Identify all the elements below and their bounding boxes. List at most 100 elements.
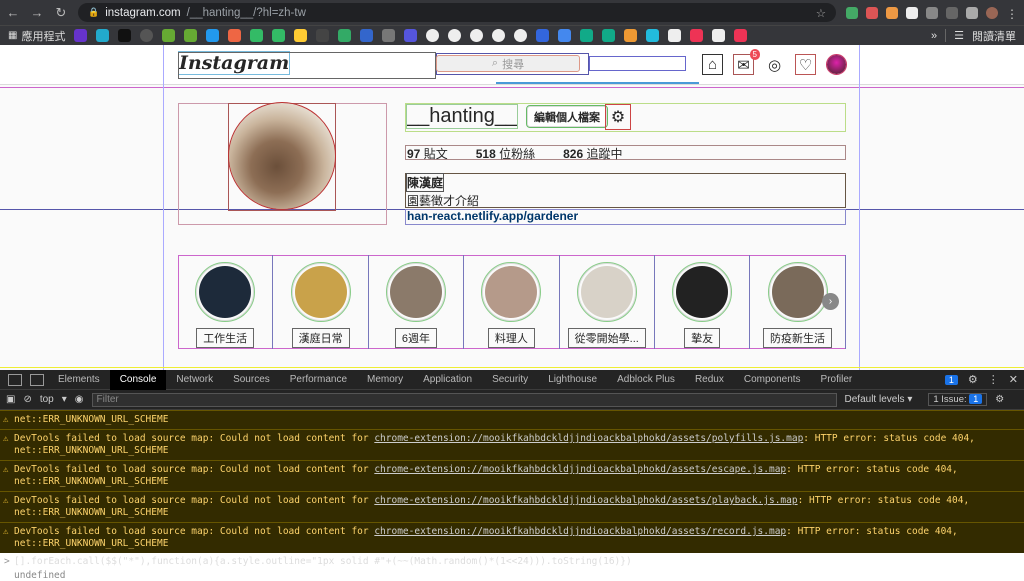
bookmark-icon[interactable] — [536, 29, 550, 42]
devtools-menu-icon[interactable]: ⋮ — [988, 373, 999, 386]
devtools-tab[interactable]: Application — [413, 370, 482, 390]
bookmark-icon[interactable] — [558, 29, 572, 42]
reading-list-label[interactable]: 閱讀清單 — [972, 28, 1016, 44]
reload-icon[interactable]: ↻ — [54, 5, 68, 21]
direct-message-icon[interactable]: ✉ 5 — [733, 49, 760, 75]
activity-heart-icon[interactable]: ♡ — [795, 54, 816, 75]
url-path: /__hanting__/?hl=zh-tw — [186, 6, 306, 19]
bookmark-icon[interactable] — [382, 29, 396, 42]
bookmark-icon[interactable] — [690, 29, 704, 42]
followers-stat[interactable]: 518 位粉絲 — [476, 145, 535, 162]
extension-icon[interactable] — [866, 6, 878, 19]
devtools-settings-icon[interactable]: ⚙ — [968, 373, 978, 386]
profile-website-link[interactable]: han-react.netlify.app/gardener — [407, 209, 578, 223]
edit-profile-button[interactable]: 編輯個人檔案 — [526, 105, 608, 128]
devtools-tab[interactable]: Sources — [223, 370, 280, 390]
bookmark-icon[interactable] — [580, 29, 594, 42]
bookmark-star-icon[interactable]: ☆ — [816, 6, 826, 20]
devtools-tab[interactable]: Memory — [357, 370, 413, 390]
context-selector[interactable]: top — [40, 394, 54, 405]
profile-avatar-icon[interactable] — [986, 6, 998, 19]
clear-console-icon[interactable]: ⊘ — [23, 394, 31, 405]
search-input[interactable]: ⌕ 搜尋 — [436, 55, 580, 72]
source-map-link[interactable]: chrome-extension://mooikfkahbdckldjjndio… — [374, 464, 786, 475]
devtools-tab[interactable]: Security — [482, 370, 538, 390]
extension-icon[interactable] — [846, 6, 858, 19]
highlight-item[interactable]: 工作生活 — [178, 255, 274, 349]
devtools-tab[interactable]: Components — [734, 370, 811, 390]
devtools-tab[interactable]: Redux — [685, 370, 734, 390]
github-icon[interactable] — [448, 29, 462, 42]
back-icon[interactable]: ← — [6, 5, 20, 20]
devtools-tab[interactable]: Adblock Plus — [607, 370, 685, 390]
bookmark-icon[interactable] — [338, 29, 352, 42]
console-settings-icon[interactable]: ⚙ — [995, 394, 1004, 405]
highlight-item[interactable]: 從零開始學... — [560, 255, 655, 349]
bookmark-icon[interactable] — [294, 29, 308, 42]
devtools-close-icon[interactable]: ✕ — [1009, 373, 1018, 386]
settings-gear-icon[interactable]: ⚙ — [605, 104, 631, 130]
home-icon[interactable]: ⌂ — [702, 54, 723, 75]
github-icon[interactable] — [470, 29, 484, 42]
devtools-tab[interactable]: Profiler — [811, 370, 863, 390]
message-count-badge[interactable]: 1 — [944, 374, 958, 385]
inspect-element-icon[interactable] — [8, 373, 22, 386]
bookmark-icon[interactable] — [404, 29, 418, 42]
bookmark-icon[interactable] — [184, 29, 198, 42]
bookmark-icon[interactable] — [712, 29, 726, 42]
bookmark-icon[interactable] — [74, 29, 88, 42]
apps-shortcut[interactable]: ▦ 應用程式 — [8, 28, 65, 44]
source-map-link[interactable]: chrome-extension://mooikfkahbdckldjjndio… — [374, 433, 803, 444]
bookmark-icon[interactable] — [206, 29, 220, 42]
console-filter-input[interactable]: Filter — [91, 392, 837, 407]
github-icon[interactable] — [492, 29, 506, 42]
bookmark-icon[interactable] — [316, 29, 330, 42]
extension-icon[interactable] — [946, 6, 958, 19]
forward-icon[interactable]: → — [30, 5, 44, 20]
bookmark-icon[interactable] — [602, 29, 616, 42]
more-bookmarks-icon[interactable]: » — [931, 30, 937, 42]
devtools-tab[interactable]: Lighthouse — [538, 370, 607, 390]
highlight-item[interactable]: 摯友 — [655, 255, 751, 349]
bookmark-icon[interactable] — [624, 29, 638, 42]
github-icon[interactable] — [514, 29, 528, 42]
profile-picture[interactable] — [228, 102, 336, 210]
bookmark-icon[interactable] — [734, 29, 748, 42]
device-toolbar-icon[interactable] — [30, 373, 44, 386]
extension-icon[interactable] — [926, 6, 938, 19]
sidebar-toggle-icon[interactable]: ▣ — [6, 394, 15, 405]
devtools-tab[interactable]: Console — [109, 369, 167, 390]
bookmark-icon[interactable] — [162, 29, 176, 42]
address-bar[interactable]: 🔒 instagram.com /__hanting__/?hl=zh-tw ☆ — [78, 3, 836, 22]
extension-icon[interactable] — [906, 6, 918, 19]
github-icon[interactable] — [426, 29, 440, 42]
highlight-item[interactable]: 漢庭日常 — [273, 255, 369, 349]
profile-avatar[interactable] — [826, 54, 847, 75]
bookmark-icon[interactable] — [96, 29, 110, 42]
bookmark-icon[interactable] — [118, 29, 132, 42]
bookmark-icon[interactable] — [272, 29, 286, 42]
log-levels-dropdown[interactable]: Default levels ▾ — [845, 394, 913, 405]
bookmark-icon[interactable] — [228, 29, 242, 42]
issues-button[interactable]: 1 Issue: 1 — [928, 393, 988, 406]
bookmark-icon[interactable] — [250, 29, 264, 42]
context-dropdown-icon[interactable]: ▾ — [62, 394, 67, 405]
explore-icon[interactable]: ◎ — [765, 55, 784, 74]
devtools-tab[interactable]: Network — [166, 370, 223, 390]
bookmark-icon[interactable] — [668, 29, 682, 42]
extension-icon[interactable] — [886, 6, 898, 19]
live-expression-eye-icon[interactable]: ◉ — [75, 394, 84, 405]
source-map-link[interactable]: chrome-extension://mooikfkahbdckldjjndio… — [374, 495, 797, 506]
devtools-tab[interactable]: Elements — [48, 370, 110, 390]
puzzle-icon[interactable] — [966, 6, 978, 19]
bookmark-icon[interactable] — [646, 29, 660, 42]
highlight-item[interactable]: 6週年 — [369, 255, 465, 349]
next-arrow-icon[interactable]: › — [822, 293, 839, 310]
following-stat[interactable]: 826 追蹤中 — [563, 145, 622, 162]
bookmark-icon[interactable] — [140, 29, 154, 42]
menu-icon[interactable]: ⋮ — [1006, 7, 1018, 21]
bookmark-icon[interactable] — [360, 29, 374, 42]
devtools-tab[interactable]: Performance — [280, 370, 357, 390]
highlight-item[interactable]: 料理人 — [464, 255, 560, 349]
source-map-link[interactable]: chrome-extension://mooikfkahbdckldjjndio… — [374, 526, 786, 537]
